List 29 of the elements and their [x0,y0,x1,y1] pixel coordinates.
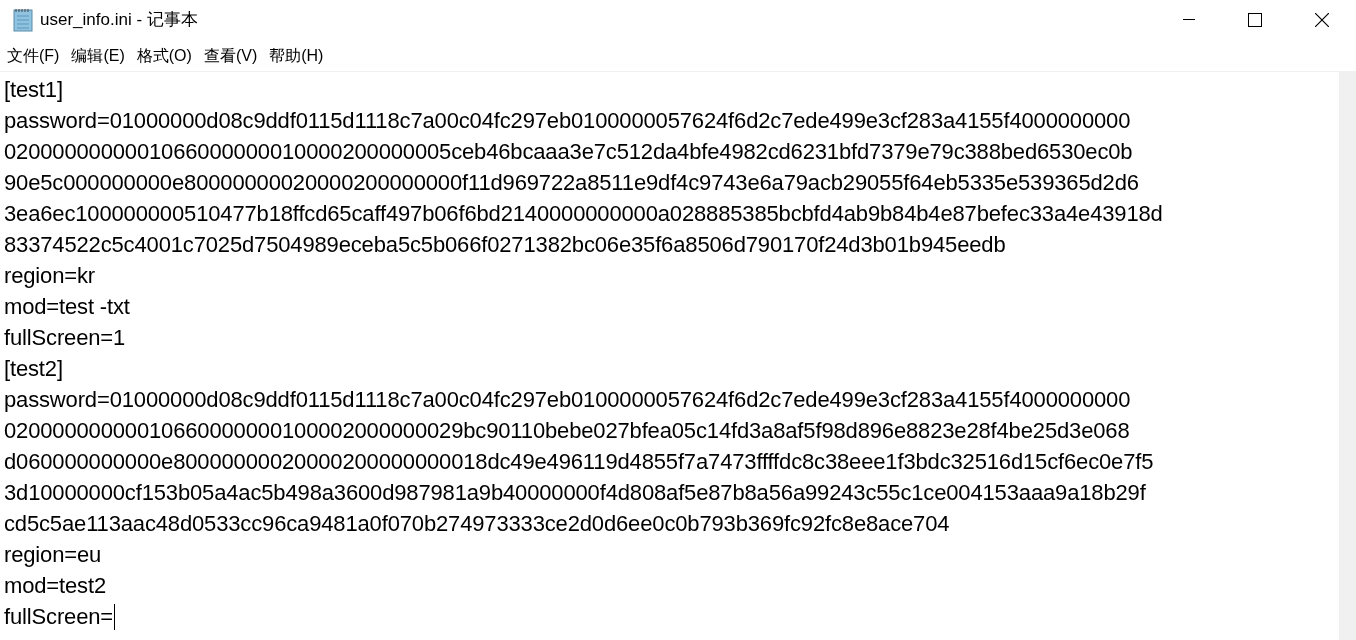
text-cursor [114,603,116,630]
text-line: mod=test2 [4,572,106,600]
window-title: user_info.ini - 记事本 [40,9,198,32]
text-line: d060000000000e80000000020000200000000018dc49e496119d4855f7a7473ffffdc8c38eee1f3bdc32516d15cf6ec0e7f5 [4,448,1154,476]
text-line: 02000000000010660000000100002000000029bc90110bebe027bfea05c14fd3a8af5f98d896e8823e28f4be25d3e068 [4,417,1130,445]
maximize-icon [1248,13,1262,27]
menu-item[interactable]: 文件(F) [1,42,66,69]
menu-item[interactable]: 帮助(H) [263,42,330,69]
text-line: 3ea6ec100000000510477b18ffcd65caff497b06f6bd2140000000000a028885385bcbfd4ab9b84b4e87befec33a4e43918d [4,200,1163,228]
text-line: [test2] [4,355,63,383]
text-line: password=01000000d08c9ddf0115d1118c7a00c04fc297eb0100000057624f6d2c7ede499e3cf283a4155f4000000000 [4,107,1131,135]
text-line: 3d10000000cf153b05a4ac5b498a3600d987981a9b40000000f4d808af5e87b8a56a99243c55c1ce004153aaa9a18b29f [4,479,1146,507]
text-line: fullScreen=1 [4,324,126,352]
notepad-icon [12,8,34,32]
text-line: [test1] [4,76,63,104]
text-line: region=eu [4,541,102,569]
menu-item[interactable]: 格式(O) [130,42,198,69]
text-line: cd5c5ae113aac48d0533cc96ca9481a0f070b274973333ce2d0d6ee0c0b793b369fc92fc8e8ace704 [4,510,950,538]
text-line: 83374522c5c4001c7025d7504989eceba5c5b066f0271382bc06e35f6a8506d790170f24d3b01b945eedb [4,231,1006,259]
text-line: 90e5c000000000e80000000020000200000000f11d969722a8511e9df4c9743e6a79acb29055f64eb5335e539365d2d6 [4,169,1139,197]
menu-item[interactable]: 查看(V) [197,42,264,69]
text-line: mod=test -txt [4,293,130,321]
minimize-icon [1183,19,1195,21]
text-line: password=01000000d08c9ddf0115d1118c7a00c04fc297eb0100000057624f6d2c7ede499e3cf283a4155f4000000000 [4,386,1131,414]
text-line: 0200000000001066000000010000200000005ceb46bcaaa3e7c512da4bfe4982cd6231bfd7379e79c388bed6530ec0b [4,138,1133,166]
close-icon [1315,13,1329,27]
text-line: fullScreen= [4,603,114,631]
text-line: region=kr [4,262,95,290]
menu-item[interactable]: 编辑(E) [65,42,131,69]
